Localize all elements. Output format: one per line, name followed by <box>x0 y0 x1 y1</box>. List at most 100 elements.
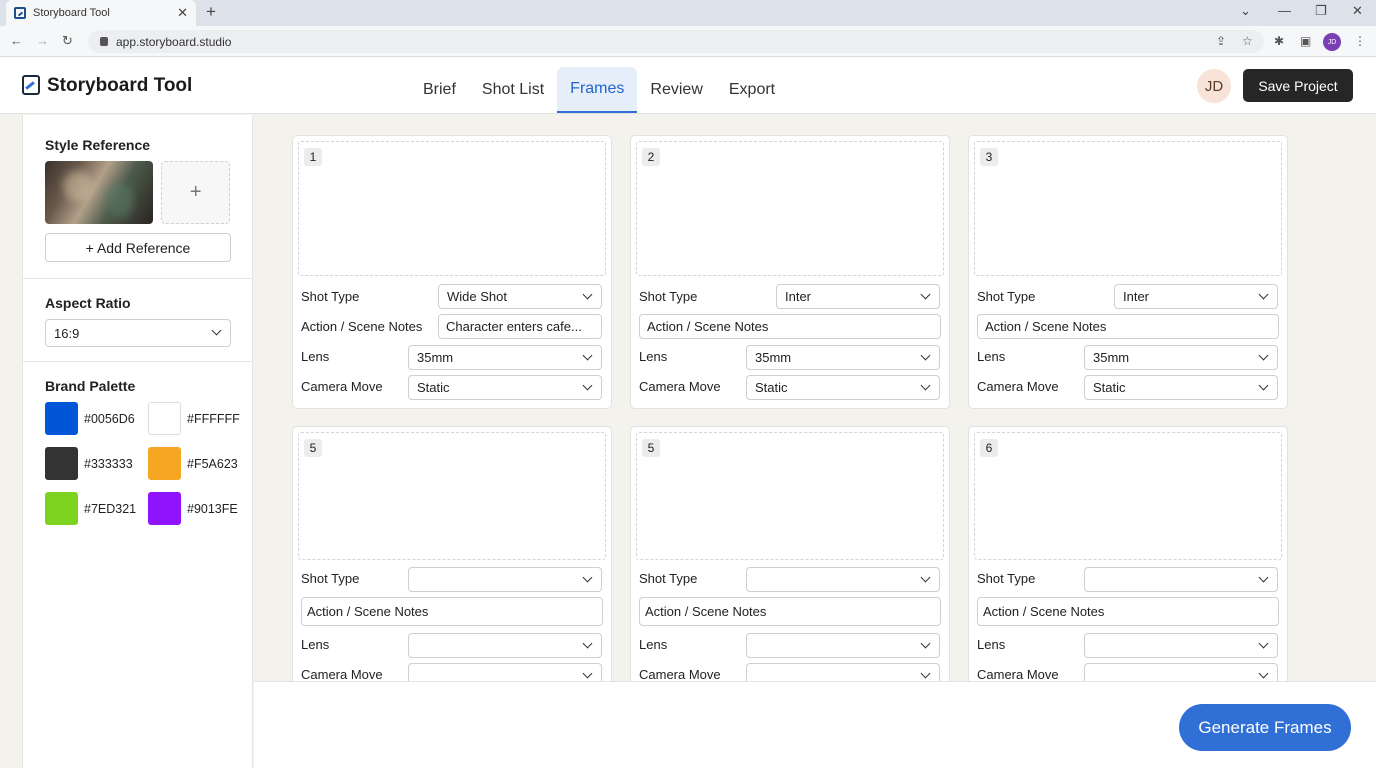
scene-notes-input[interactable]: Character enters cafe... <box>438 314 602 339</box>
side-panel-icon[interactable]: ▣ <box>1300 34 1311 48</box>
camera-move-select[interactable] <box>408 663 602 681</box>
camera-move-select[interactable]: Static <box>1084 375 1278 400</box>
scene-notes-input[interactable]: Action / Scene Notes <box>639 597 941 626</box>
brand-palette-title: Brand Palette <box>45 378 136 394</box>
browser-menu-icon[interactable]: ⋮ <box>1354 34 1366 48</box>
chevron-down-icon <box>920 668 931 679</box>
frame-canvas[interactable]: 6 <box>974 432 1282 560</box>
chevron-down-icon <box>582 572 593 583</box>
camera-move-select[interactable]: Static <box>408 375 602 400</box>
tab-export[interactable]: Export <box>716 67 788 113</box>
generate-frames-button[interactable]: Generate Frames <box>1179 704 1351 751</box>
app-header: Storyboard Tool Brief Shot List Frames R… <box>0 57 1376 114</box>
browser-profile-avatar[interactable]: JD <box>1323 33 1341 51</box>
reference-thumbnail[interactable] <box>45 161 154 224</box>
extensions-puzzle-icon[interactable]: ✱ <box>1274 34 1284 48</box>
frame-number-badge: 5 <box>304 439 322 457</box>
brand-palette-section: Brand Palette #0056D6 #FFFFFF #333333 #F… <box>23 362 252 540</box>
user-avatar[interactable]: JD <box>1197 69 1231 103</box>
shot-type-value: Inter <box>785 289 812 304</box>
aspect-ratio-section: Aspect Ratio 16:9 <box>23 279 252 362</box>
scene-notes-input[interactable]: Action / Scene Notes <box>639 314 941 339</box>
frame-number-badge: 5 <box>642 439 660 457</box>
close-tab-icon[interactable]: ✕ <box>177 5 188 21</box>
shot-type-label: Shot Type <box>977 289 1036 304</box>
new-tab-icon[interactable]: + <box>206 2 216 22</box>
camera-move-label: Camera Move <box>977 379 1059 394</box>
tab-frames[interactable]: Frames <box>557 67 638 113</box>
lens-select[interactable]: 35mm <box>1084 345 1278 370</box>
browser-tab[interactable]: Storyboard Tool ✕ <box>6 0 196 26</box>
camera-move-label: Camera Move <box>977 667 1059 681</box>
url-field[interactable]: app.storyboard.studio <box>88 30 1264 53</box>
color-swatch[interactable] <box>45 402 78 435</box>
aspect-ratio-select[interactable]: 16:9 <box>45 319 231 347</box>
color-swatch[interactable] <box>148 402 181 435</box>
camera-move-select[interactable] <box>1084 663 1278 681</box>
lens-select[interactable] <box>408 633 602 658</box>
shot-type-label: Shot Type <box>639 571 698 586</box>
lens-select[interactable]: 35mm <box>408 345 602 370</box>
browser-address-bar: ← → ↻ app.storyboard.studio ⇪ ☆ ✱ ▣ ⋮ <box>0 26 1376 57</box>
shot-type-select[interactable] <box>1084 567 1278 592</box>
add-reference-tile[interactable]: + <box>161 161 230 224</box>
camera-move-select[interactable] <box>746 663 940 681</box>
shot-type-label: Shot Type <box>301 571 360 586</box>
palette-item: #333333 <box>45 447 148 480</box>
scene-notes-input[interactable]: Action / Scene Notes <box>977 314 1279 339</box>
shot-type-select[interactable]: Wide Shot <box>438 284 602 309</box>
camera-move-select[interactable]: Static <box>746 375 940 400</box>
save-project-button[interactable]: Save Project <box>1243 69 1353 102</box>
bookmark-star-icon[interactable]: ☆ <box>1242 34 1253 48</box>
tab-review[interactable]: Review <box>637 67 715 113</box>
color-swatch[interactable] <box>45 492 78 525</box>
chevron-down-icon <box>1258 289 1269 300</box>
frames-grid: 1 Shot Type Wide Shot Action / Scene Not… <box>254 115 1376 681</box>
frame-canvas[interactable]: 3 <box>974 141 1282 276</box>
reload-icon[interactable]: ↻ <box>62 33 73 49</box>
lens-label: Lens <box>301 349 330 364</box>
color-swatch[interactable] <box>148 447 181 480</box>
tab-shot-list[interactable]: Shot List <box>469 67 557 113</box>
shot-type-label: Shot Type <box>639 289 698 304</box>
lens-value: 35mm <box>417 350 454 365</box>
frame-canvas[interactable]: 5 <box>636 432 944 560</box>
frame-canvas[interactable]: 5 <box>298 432 606 560</box>
chevron-down-icon <box>582 350 593 361</box>
lens-select[interactable] <box>1084 633 1278 658</box>
palette-item: #0056D6 <box>45 402 148 435</box>
style-reference-title: Style Reference <box>45 137 151 153</box>
restore-icon[interactable]: ❐ <box>1315 3 1327 19</box>
browser-tab-bar: Storyboard Tool ✕ + ⌄ — ❐ ✕ <box>0 0 1376 26</box>
frame-canvas[interactable]: 1 <box>298 141 606 276</box>
color-swatch[interactable] <box>45 447 78 480</box>
shot-type-select[interactable]: Inter <box>776 284 940 309</box>
chevron-down-icon <box>920 572 931 583</box>
chevron-down-icon <box>920 380 931 391</box>
minimize-icon[interactable]: — <box>1278 3 1291 18</box>
share-icon[interactable]: ⇪ <box>1216 34 1226 48</box>
lens-select[interactable]: 35mm <box>746 345 940 370</box>
tab-brief[interactable]: Brief <box>410 67 469 113</box>
shot-type-select[interactable] <box>746 567 940 592</box>
palette-item: #7ED321 <box>45 492 148 525</box>
back-arrow-icon[interactable]: ← <box>10 33 23 48</box>
shot-type-select[interactable] <box>408 567 602 592</box>
storyboard-logo-icon <box>22 75 40 95</box>
frame-canvas[interactable]: 2 <box>636 141 944 276</box>
lens-value: 35mm <box>1093 350 1130 365</box>
tab-search-chevron-icon[interactable]: ⌄ <box>1240 3 1251 19</box>
forward-arrow-icon[interactable]: → <box>36 33 49 48</box>
scene-notes-input[interactable]: Action / Scene Notes <box>301 597 603 626</box>
close-window-icon[interactable]: ✕ <box>1352 3 1363 19</box>
color-swatch[interactable] <box>148 492 181 525</box>
chevron-down-icon <box>1258 638 1269 649</box>
camera-move-label: Camera Move <box>639 379 721 394</box>
add-reference-button[interactable]: + Add Reference <box>45 233 231 262</box>
chevron-down-icon <box>1258 380 1269 391</box>
palette-item: #F5A623 <box>148 447 248 480</box>
bottom-action-bar: Generate Frames <box>254 681 1376 768</box>
shot-type-select[interactable]: Inter <box>1114 284 1278 309</box>
lens-select[interactable] <box>746 633 940 658</box>
scene-notes-input[interactable]: Action / Scene Notes <box>977 597 1279 626</box>
